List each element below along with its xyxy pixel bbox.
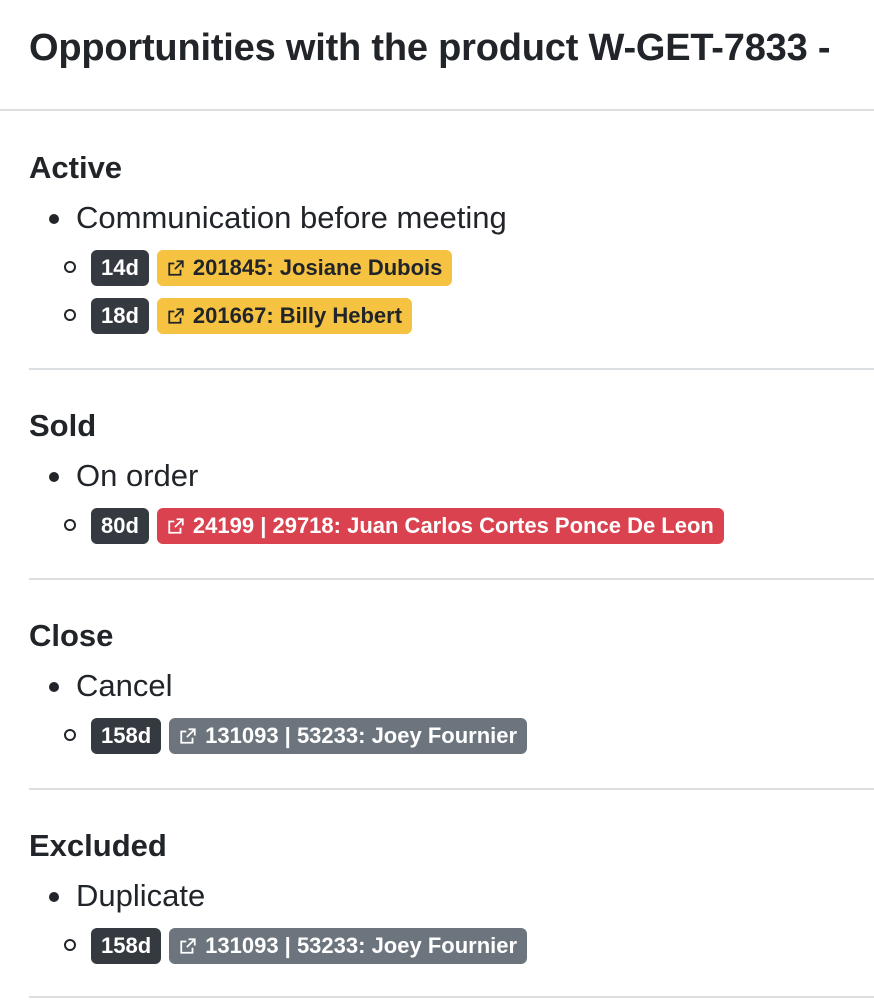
opportunity-link[interactable]: 131093 | 53233: Joey Fournier <box>169 928 528 964</box>
opportunity-link[interactable]: 24199 | 29718: Juan Carlos Cortes Ponce … <box>156 508 724 544</box>
circle-bullet-icon <box>64 729 76 741</box>
opportunity-link[interactable]: 201845: Josiane Dubois <box>156 250 453 286</box>
bullet-icon <box>49 892 59 902</box>
opportunity-label: 24199 | 29718: Juan Carlos Cortes Ponce … <box>192 513 714 538</box>
section-divider <box>29 578 874 580</box>
age-badge: 14d <box>91 250 149 286</box>
age-badge: 158d <box>91 718 162 754</box>
opportunity-label: 131093 | 53233: Joey Fournier <box>205 723 518 748</box>
status-item: Cancel <box>29 666 874 706</box>
status-item: Duplicate <box>29 876 874 916</box>
circle-bullet-icon <box>64 261 76 273</box>
opportunity-row: 158d 131093 | 53233: Joey Fournier <box>29 718 874 754</box>
circle-bullet-icon <box>64 939 76 951</box>
status-label: Communication before meeting <box>76 200 507 235</box>
section-title: Active <box>29 150 123 185</box>
opportunity-link[interactable]: 201667: Billy Hebert <box>156 298 413 334</box>
external-link-icon <box>179 727 197 745</box>
section-close: Close Cancel 158d 131093 | 53233: Joey F… <box>29 618 874 754</box>
page-title: Opportunities with the product W-GET-783… <box>29 27 831 69</box>
section-divider <box>29 996 874 998</box>
age-badge: 158d <box>91 928 162 964</box>
opportunity-row: 158d 131093 | 53233: Joey Fournier <box>29 928 874 964</box>
section-excluded: Excluded Duplicate 158d 131093 | 53233: … <box>29 828 874 964</box>
external-link-icon <box>167 517 185 535</box>
status-item: Communication before meeting <box>29 198 874 238</box>
bullet-icon <box>49 214 59 224</box>
opportunity-link[interactable]: 131093 | 53233: Joey Fournier <box>169 718 528 754</box>
bullet-icon <box>49 472 59 482</box>
section-title: Close <box>29 618 114 653</box>
circle-bullet-icon <box>64 519 76 531</box>
section-sold: Sold On order 80d 24199 | 29718: Juan Ca… <box>29 408 874 544</box>
opportunity-row: 18d 201667: Billy Hebert <box>29 298 874 334</box>
external-link-icon <box>167 259 185 277</box>
section-title: Excluded <box>29 828 167 863</box>
status-label: Cancel <box>76 668 173 703</box>
opportunity-row: 80d 24199 | 29718: Juan Carlos Cortes Po… <box>29 508 874 544</box>
opportunity-label: 201667: Billy Hebert <box>192 303 403 328</box>
section-divider <box>29 788 874 790</box>
opportunity-row: 14d 201845: Josiane Dubois <box>29 250 874 286</box>
age-badge: 18d <box>91 298 149 334</box>
circle-bullet-icon <box>64 309 76 321</box>
section-divider <box>29 368 874 370</box>
external-link-icon <box>179 937 197 955</box>
age-badge: 80d <box>91 508 149 544</box>
section-active: Active Communication before meeting 14d … <box>29 150 874 334</box>
external-link-icon <box>167 307 185 325</box>
opportunity-label: 201845: Josiane Dubois <box>192 255 443 280</box>
status-label: On order <box>76 458 199 493</box>
bullet-icon <box>49 682 59 692</box>
opportunity-label: 131093 | 53233: Joey Fournier <box>205 933 518 958</box>
status-label: Duplicate <box>76 878 206 913</box>
status-item: On order <box>29 456 874 496</box>
section-title: Sold <box>29 408 97 443</box>
title-divider <box>0 109 874 111</box>
